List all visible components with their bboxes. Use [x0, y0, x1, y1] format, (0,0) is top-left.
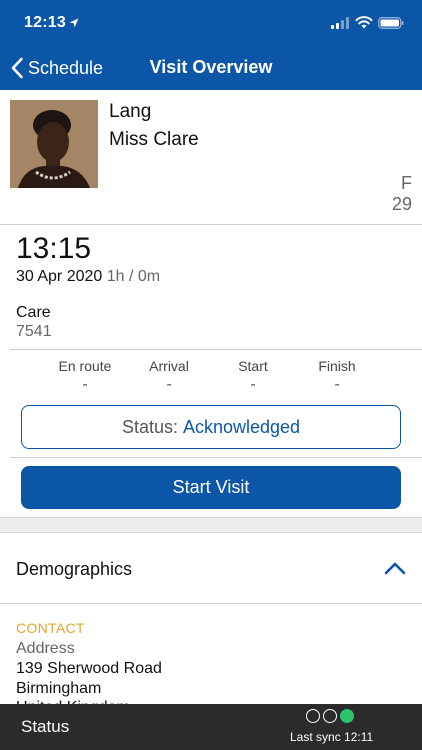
bottom-status-label[interactable]: Status — [21, 717, 69, 737]
cellular-signal-icon — [331, 17, 349, 29]
status-button[interactable]: Status: Acknowledged — [21, 405, 401, 449]
patient-header: Lang Miss Clare F 29 — [0, 90, 422, 225]
visit-date: 30 Apr 2020 — [16, 268, 103, 285]
sync-dot-empty-icon — [323, 709, 337, 723]
patient-gender: F — [401, 173, 412, 193]
clock-time: 12:13 — [24, 14, 66, 31]
visit-time: 13:15 — [16, 232, 92, 265]
stage-label: Arrival — [149, 358, 189, 374]
location-arrow-icon — [69, 18, 79, 28]
sync-indicator — [306, 709, 362, 723]
divider — [10, 457, 422, 458]
demographics-title: Demographics — [16, 559, 133, 579]
stage-value: - — [82, 376, 88, 393]
stage-label: En route — [58, 358, 112, 374]
stage-arrival: Arrival - — [124, 358, 214, 394]
section-separator — [0, 517, 422, 533]
address-line: 139 Sherwood Road — [16, 660, 162, 677]
stage-label: Start — [238, 358, 268, 374]
stage-value: - — [250, 376, 256, 393]
battery-icon — [378, 17, 404, 29]
app: 12:13 Schedule Visit Overview Lang Miss … — [0, 0, 422, 750]
visit-code: 7541 — [16, 323, 52, 340]
stage-start: Start - — [208, 358, 298, 394]
address-line: Birmingham — [16, 680, 102, 697]
chevron-up-icon — [384, 562, 406, 575]
status-label: Status: — [121, 416, 178, 437]
start-visit-button[interactable]: Start Visit — [21, 466, 401, 509]
visit-duration: 1h / 0m — [106, 268, 161, 285]
stage-en-route: En route - — [40, 358, 130, 394]
patient-name: Miss Clare — [109, 129, 199, 150]
patient-surname: Lang — [109, 101, 152, 122]
address-label: Address — [16, 640, 75, 657]
last-sync-text: Last sync 12:11 — [290, 730, 374, 744]
patient-age: 29 — [391, 194, 412, 214]
contact-heading: CONTACT — [16, 620, 85, 636]
visit-stages: En route - Arrival - Start - Finish - — [0, 358, 422, 398]
wifi-icon — [355, 16, 373, 29]
stage-value: - — [334, 376, 340, 393]
visit-type: Care — [16, 304, 51, 321]
sync-dot-empty-icon — [306, 709, 320, 723]
status-value: Acknowledged — [182, 416, 301, 437]
demographics-section-toggle[interactable]: Demographics — [0, 533, 422, 604]
header: 12:13 Schedule Visit Overview — [0, 0, 422, 90]
navigation-bar: Schedule Visit Overview — [0, 44, 422, 90]
page-title: Visit Overview — [149, 57, 273, 77]
sync-dot-ok-icon — [340, 709, 354, 723]
avatar — [10, 100, 98, 188]
visit-date-line: 30 Apr 2020 1h / 0m — [16, 268, 160, 286]
stage-finish: Finish - — [292, 358, 382, 394]
stage-label: Finish — [318, 358, 356, 374]
divider — [10, 349, 422, 350]
bottom-status-bar: Status Last sync 12:11 — [0, 704, 422, 750]
stage-value: - — [166, 376, 172, 393]
ios-status-bar: 12:13 — [0, 0, 422, 44]
